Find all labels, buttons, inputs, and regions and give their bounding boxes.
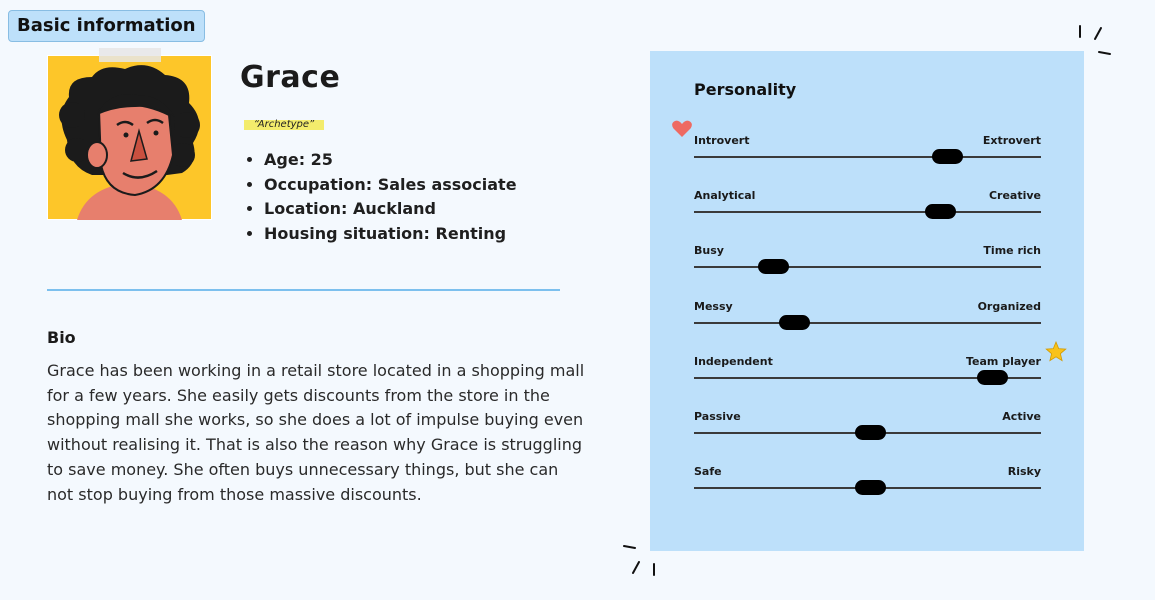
slider-label-independent: Independent [694, 355, 773, 368]
tick-mark [1098, 51, 1111, 55]
slider-label-busy: Busy [694, 244, 724, 257]
avatar [47, 55, 212, 220]
slider-label-active: Active [1002, 410, 1041, 423]
slider-handle[interactable] [977, 370, 1008, 385]
tick-mark [632, 561, 640, 574]
slider-label-passive: Passive [694, 410, 741, 423]
slider-track[interactable] [694, 322, 1041, 324]
slider-label-extrovert: Extrovert [982, 134, 1041, 147]
slider-track[interactable] [694, 266, 1041, 268]
heart-icon [672, 120, 692, 137]
fact-location: Location: Auckland [264, 197, 517, 222]
slider-track[interactable] [694, 156, 1041, 158]
slider-track[interactable] [694, 211, 1041, 213]
fact-age: Age: 25 [264, 148, 517, 173]
tick-mark [623, 545, 636, 549]
persona-name: Grace [240, 60, 341, 95]
slider-label-safe: Safe [694, 465, 722, 478]
personality-heading: Personality [694, 80, 797, 99]
slider-label-risky: Risky [1007, 465, 1041, 478]
slider-label-time-rich: Time rich [983, 244, 1041, 257]
fact-occupation: Occupation: Sales associate [264, 173, 517, 198]
slider-label-team-player: Team player [965, 355, 1041, 368]
tape-decoration [99, 48, 161, 62]
star-icon [1045, 341, 1067, 362]
slider-handle[interactable] [779, 315, 810, 330]
slider-handle[interactable] [758, 259, 789, 274]
bio-heading: Bio [47, 328, 76, 347]
tick-mark [1094, 27, 1102, 40]
avatar-illustration [47, 55, 212, 220]
section-tag-basic-information: Basic information [8, 10, 205, 42]
slider-handle[interactable] [855, 480, 886, 495]
archetype-label: “Archetype” [244, 120, 324, 130]
slider-label-organized: Organized [977, 300, 1041, 313]
bio-text: Grace has been working in a retail store… [47, 361, 585, 504]
section-divider [47, 289, 560, 291]
persona-facts-list: Age: 25 Occupation: Sales associate Loca… [246, 148, 517, 246]
slider-label-messy: Messy [694, 300, 733, 313]
slider-label-introvert: Introvert [694, 134, 750, 147]
slider-label-creative: Creative [988, 189, 1041, 202]
fact-housing: Housing situation: Renting [264, 222, 517, 247]
slider-handle[interactable] [855, 425, 886, 440]
slider-handle[interactable] [932, 149, 963, 164]
slider-handle[interactable] [925, 204, 956, 219]
slider-label-analytical: Analytical [694, 189, 756, 202]
